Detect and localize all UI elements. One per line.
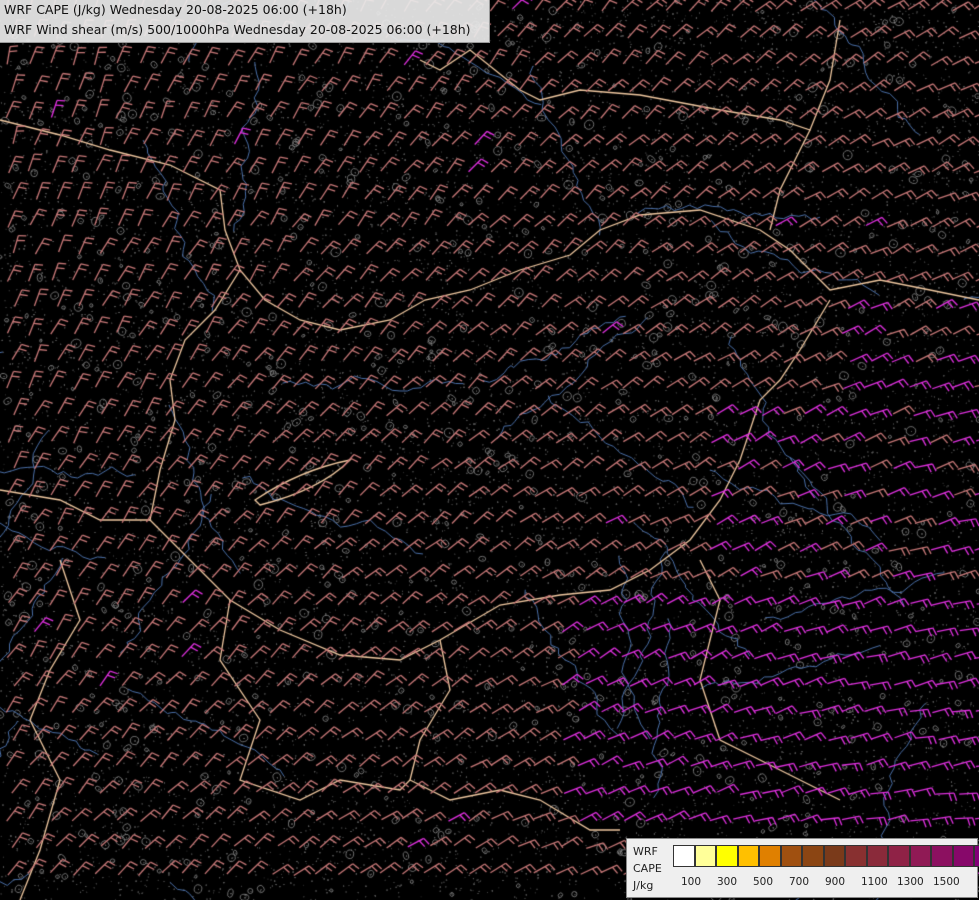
wind-shear-title: WRF Wind shear (m/s) 500/1000hPa Wednesd… — [4, 22, 471, 37]
legend-tick-label: 700 — [789, 876, 810, 888]
cape-title: WRF CAPE (J/kg) Wednesday 20-08-2025 06:… — [4, 2, 347, 17]
legend-swatch — [759, 845, 781, 867]
legend-tick-label: 1300 — [897, 876, 924, 888]
legend-unit-label: J/kg — [633, 879, 654, 892]
legend-swatch — [845, 845, 867, 867]
legend-swatch — [673, 845, 695, 867]
legend-swatch — [974, 845, 979, 867]
legend-swatch — [694, 845, 716, 867]
weather-map — [0, 0, 979, 900]
legend-swatch — [802, 845, 824, 867]
legend-swatch — [823, 845, 845, 867]
legend-variable-label: CAPE — [633, 862, 662, 875]
legend-tick-label: 900 — [825, 876, 846, 888]
legend-model-label: WRF — [633, 845, 658, 858]
map-title-panel: WRF CAPE (J/kg) Wednesday 20-08-2025 06:… — [0, 0, 490, 43]
legend-swatch — [780, 845, 802, 867]
legend-tick-label: 100 — [681, 876, 702, 888]
legend-swatch — [931, 845, 953, 867]
legend-color-scale — [673, 845, 979, 867]
legend-swatch — [952, 845, 974, 867]
legend-tick-label: 300 — [717, 876, 738, 888]
legend-swatch — [866, 845, 888, 867]
legend-swatch — [737, 845, 759, 867]
legend-tick-label: 1500 — [933, 876, 960, 888]
legend-tick-label: 1100 — [861, 876, 888, 888]
legend-swatch — [888, 845, 910, 867]
legend-swatch — [909, 845, 931, 867]
cape-legend: WRF CAPE J/kg 100 300 500 700 900 1100 1300 150… — [626, 838, 979, 898]
legend-swatch — [716, 845, 738, 867]
legend-tick-label: 500 — [753, 876, 774, 888]
